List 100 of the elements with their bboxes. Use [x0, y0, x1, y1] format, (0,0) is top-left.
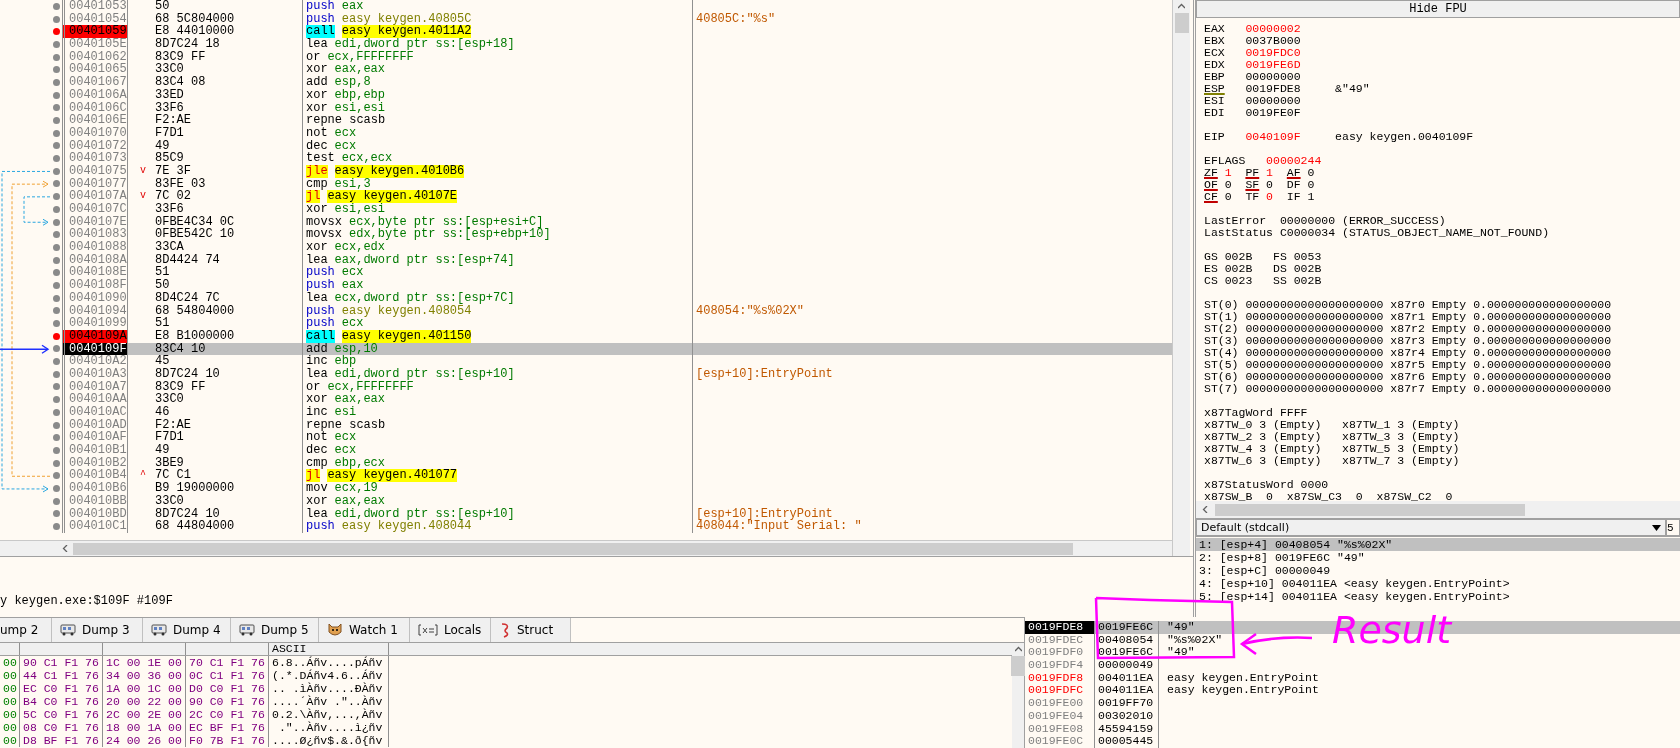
operand: ecx,byte ptr ss:[esp+esi+C]: [349, 215, 544, 229]
argument-entry[interactable]: 5: [esp+14] 004011EA <easy keygen.EntryPoint>: [1196, 590, 1680, 603]
scroll-up-icon[interactable]: [1178, 3, 1185, 10]
status-word-line: x87SW_B 0 x87SW_C3 0 x87SW_C2 0: [1204, 491, 1454, 501]
breakpoint-dot[interactable]: [52, 269, 60, 277]
tab[interactable]: Dump 3: [52, 618, 143, 642]
breakpoint-dot[interactable]: [52, 193, 60, 201]
hex-cell: EC BF F1 76: [186, 721, 269, 734]
breakpoint-dot[interactable]: [52, 434, 60, 442]
scrollbar-thumb[interactable]: [1011, 656, 1025, 676]
breakpoint-dot[interactable]: [52, 421, 60, 429]
mnemonic: jl: [306, 190, 321, 203]
breakpoint-dot[interactable]: [52, 91, 60, 99]
tab[interactable]: Dump 5: [231, 618, 319, 642]
breakpoint-dot[interactable]: [52, 320, 60, 328]
breakpoint-dot[interactable]: [52, 40, 60, 48]
breakpoint-dot[interactable]: [52, 370, 60, 378]
argument-entry[interactable]: 4: [esp+10] 004011EA <easy keygen.EntryPoint>: [1196, 577, 1680, 590]
breakpoint-dot[interactable]: [52, 180, 60, 188]
address-cell: 0040108F: [62, 279, 128, 292]
scroll-up-icon[interactable]: [1014, 646, 1022, 653]
status-word-line: x87StatusWord 0000: [1204, 479, 1330, 491]
hide-fpu-button[interactable]: Hide FPU: [1196, 0, 1680, 18]
breakpoint-dot[interactable]: [52, 472, 60, 480]
stack-value: 004011EA: [1095, 671, 1159, 685]
scrollbar-thumb[interactable]: [73, 542, 1073, 555]
scrollbar-thumb[interactable]: [1215, 503, 1525, 516]
breakpoint-dot[interactable]: [52, 167, 60, 175]
breakpoint-dot[interactable]: [52, 396, 60, 404]
breakpoint-dot[interactable]: [52, 15, 60, 23]
breakpoint-dot[interactable]: [52, 129, 60, 137]
scrollbar-thumb[interactable]: [1174, 13, 1189, 33]
argument-count-field[interactable]: 5: [1666, 519, 1680, 536]
register-value: 0040109F: [1245, 131, 1302, 143]
tab[interactable]: Locals: [410, 618, 491, 642]
breakpoint-dot[interactable]: [52, 510, 60, 518]
operand: esi,esi: [334, 101, 386, 115]
stack-value: 0019FE6C: [1095, 646, 1159, 660]
breakpoint-dot[interactable]: [52, 231, 60, 239]
calling-convention-dropdown[interactable]: Default (stdcall): [1196, 519, 1666, 536]
tab[interactable]: Struct: [491, 618, 571, 642]
mnemonic: xor: [306, 393, 328, 406]
operand: eax: [341, 279, 364, 292]
register-value: 00000000: [1245, 71, 1302, 83]
flag-name: CF: [1204, 190, 1218, 203]
breakpoint-dot[interactable]: [52, 358, 60, 366]
tab[interactable]: ump 2: [0, 618, 52, 642]
tab[interactable]: Watch 1: [319, 618, 410, 642]
breakpoint-dot[interactable]: [52, 155, 60, 163]
breakpoint-dot[interactable]: [52, 53, 60, 61]
flag-value: 0: [1224, 191, 1233, 203]
breakpoint-dot[interactable]: [52, 345, 60, 353]
breakpoint-dot[interactable]: [52, 484, 60, 492]
breakpoint-dot[interactable]: [52, 497, 60, 505]
bytes-cell: 50: [155, 279, 170, 292]
breakpoint-dot[interactable]: [52, 78, 60, 86]
operand: easy keygen.4010B6: [334, 164, 465, 178]
scroll-left-icon[interactable]: [62, 545, 69, 552]
horizontal-scrollbar[interactable]: [0, 540, 1172, 556]
hex-cell: 34 00 36 00: [103, 669, 186, 682]
ascii-cell: (.*.DÁñv4.6..Áñv: [269, 669, 389, 682]
breakpoint-dot[interactable]: [52, 218, 60, 226]
vertical-scrollbar[interactable]: [1172, 0, 1190, 556]
scroll-left-icon[interactable]: [1202, 506, 1209, 513]
breakpoint-dot[interactable]: [52, 523, 60, 531]
hex-cell: 44 C1 F1 76: [20, 669, 103, 682]
bytes-cell: 68 5C804000: [155, 12, 235, 26]
breakpoint-dot[interactable]: [52, 243, 60, 251]
breakpoint-dot[interactable]: [52, 2, 60, 10]
stack-address: 0019FDF4: [1025, 659, 1095, 672]
breakpoint-dot[interactable]: [52, 142, 60, 150]
breakpoint-dot[interactable]: [52, 256, 60, 264]
vertical-scrollbar[interactable]: [1012, 643, 1024, 748]
argument-entry[interactable]: 3: [esp+C] 00000049: [1196, 564, 1680, 577]
breakpoint-dot[interactable]: [52, 459, 60, 467]
breakpoint-dot[interactable]: [52, 205, 60, 213]
stack-address: 0019FE0C: [1025, 735, 1095, 748]
mnemonic: cmp: [306, 456, 328, 470]
stack-value: 0019FF70: [1095, 697, 1159, 710]
jump-marker: ^: [140, 469, 147, 483]
breakpoint-dot[interactable]: [52, 446, 60, 454]
comment-cell-text: 408054:"%s%02X": [695, 304, 805, 318]
breakpoint-dot[interactable]: [52, 383, 60, 391]
breakpoint-dot[interactable]: [52, 281, 60, 289]
argument-entry[interactable]: 2: [esp+8] 0019FE6C "49": [1196, 551, 1680, 564]
flag-name: AF: [1286, 166, 1301, 179]
horizontal-scrollbar[interactable]: [1196, 501, 1680, 518]
fpu-register-line: ST(4) 00000000000000000000 x87r4 Empty 0.000000000000000000: [1204, 347, 1613, 359]
mnemonic: lea: [306, 253, 328, 267]
ascii-cell: 6.8..Áñv....pÁñv: [269, 656, 389, 669]
breakpoint-dot[interactable]: [52, 117, 60, 125]
breakpoint-dot[interactable]: [52, 28, 60, 36]
argument-entry[interactable]: 1: [esp+4] 00408054 "%s%02X": [1196, 538, 1680, 551]
breakpoint-dot[interactable]: [52, 332, 60, 340]
breakpoint-dot[interactable]: [52, 307, 60, 315]
breakpoint-dot[interactable]: [52, 408, 60, 416]
breakpoint-dot[interactable]: [52, 66, 60, 74]
breakpoint-dot[interactable]: [52, 104, 60, 112]
breakpoint-dot[interactable]: [52, 294, 60, 302]
tab[interactable]: Dump 4: [143, 618, 231, 642]
